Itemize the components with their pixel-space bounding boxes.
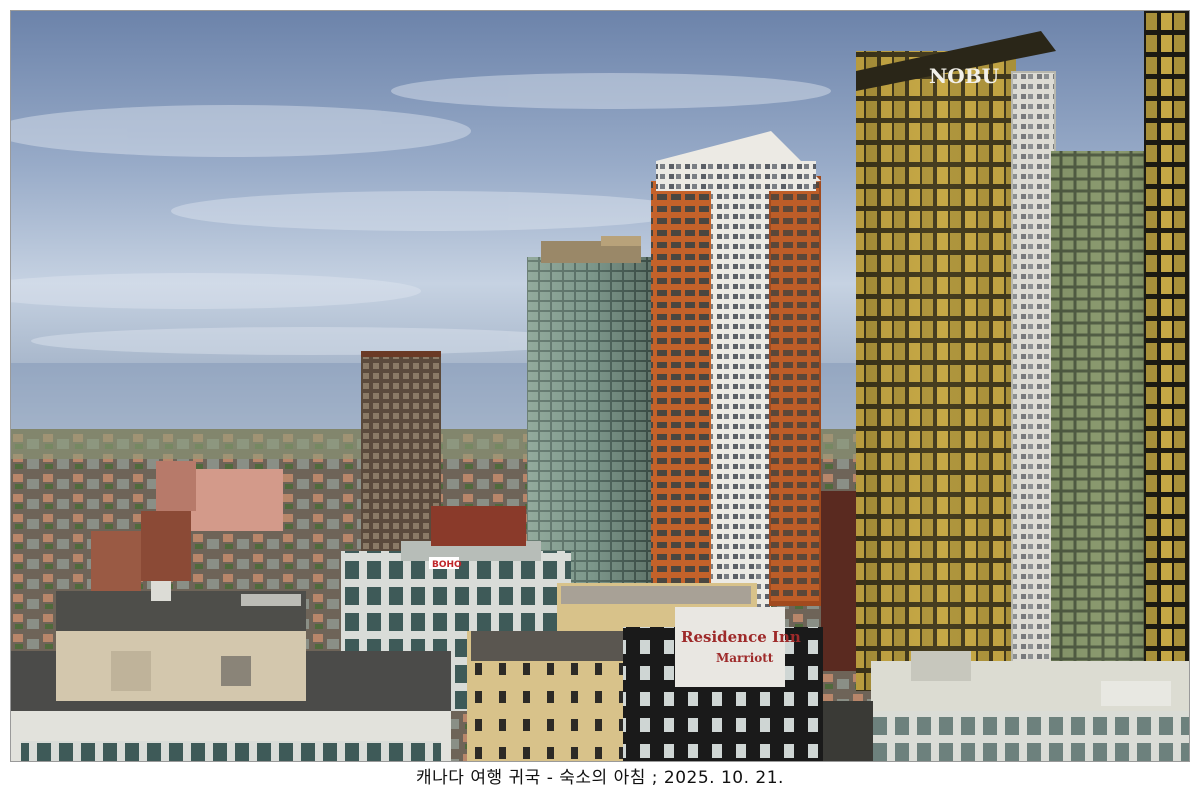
- hotel-sign: BOHO: [432, 560, 462, 570]
- residence-inn-sign-panel: [675, 607, 785, 687]
- nobu-sign: NOBU: [929, 64, 999, 88]
- residence-inn-sign: Residence Inn: [681, 628, 801, 646]
- white-tower-face: [711, 171, 771, 611]
- photo-caption: 캐나다 여행 귀국 - 숙소의 아침 ; 2025. 10. 21.: [416, 768, 784, 788]
- pink-building: [183, 469, 283, 531]
- photo-frame: NOBU BOHO Residence Inn Marriott: [10, 10, 1190, 762]
- city-skyline-photo: NOBU BOHO Residence Inn Marriott: [11, 11, 1189, 761]
- far-right-gold-tower: [1144, 11, 1189, 701]
- orange-tower-side: [651, 181, 719, 601]
- marriott-sign: Marriott: [716, 651, 774, 665]
